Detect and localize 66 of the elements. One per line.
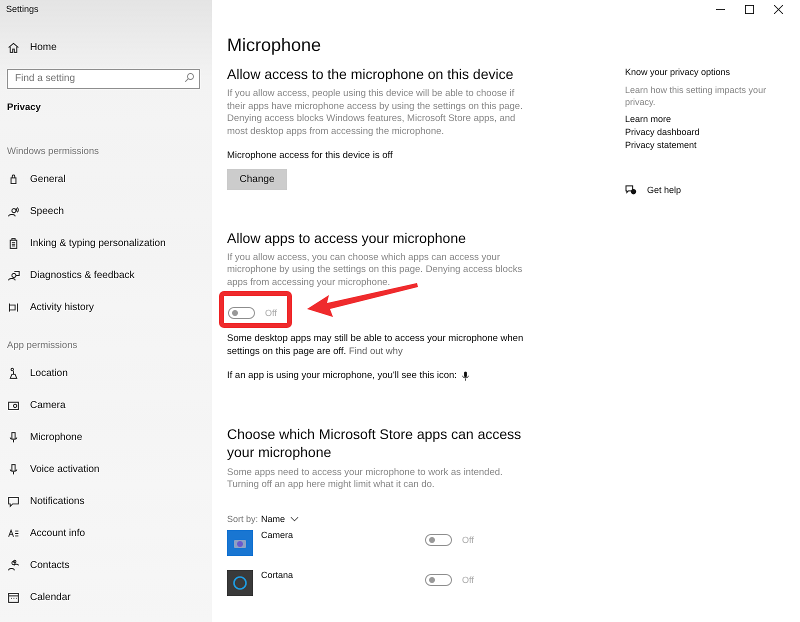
sidebar-item[interactable]: Account info — [0, 517, 212, 549]
aside-link[interactable]: Privacy statement — [625, 139, 697, 152]
sidebar-item[interactable]: Speech — [0, 195, 212, 227]
maximize-icon[interactable] — [745, 5, 754, 14]
icon-note: If an app is using your microphone, you'll see this icon: — [227, 370, 457, 382]
home-icon — [7, 40, 20, 54]
search-field[interactable]: Find a setting — [7, 68, 200, 88]
app-name: Camera — [261, 530, 294, 540]
description: If you allow access, you can choose which apps can access your microphone by using the settings on this page. Denying access blocks apps from accessing your microphone. — [227, 252, 524, 289]
sidebar-item[interactable]: Microphone — [0, 421, 212, 453]
camera-app-icon — [227, 530, 253, 556]
nav-icon — [7, 558, 20, 572]
change-button[interactable]: Change — [227, 168, 287, 190]
section-title: Privacy — [6, 101, 42, 115]
window-title: Settings — [5, 3, 40, 16]
note-text: Some desktop apps may still be able to access your microphone when settings on this page are off. Find out why — [227, 333, 524, 358]
section-heading: Allow apps to access your microphone — [227, 230, 467, 246]
sidebar-item[interactable]: Location — [0, 357, 212, 389]
nav-icon — [7, 204, 20, 218]
toggle-label: Off — [462, 574, 474, 584]
search-icon — [183, 72, 195, 84]
sidebar-item[interactable]: Contacts — [0, 549, 212, 581]
status-text: Microphone access for this device is off — [227, 150, 394, 162]
chevron-icon — [290, 516, 300, 522]
sidebar-item[interactable]: General — [0, 163, 212, 195]
aside-heading: Know your privacy options — [625, 67, 732, 77]
chat-help-icon — [625, 185, 637, 195]
sidebar-item[interactable]: Inking & typing personalization — [0, 227, 212, 259]
nav-icon — [7, 590, 20, 604]
nav-icon — [7, 236, 20, 250]
description: If you allow access, people using this device will be able to choose if their apps have microphone access by using the settings on this page. Denying access blocks Windows features, Microsoft Store apps, and most desktop apps from accessing the microphone. — [227, 88, 524, 138]
nav-icon — [7, 430, 20, 444]
toggle-switch[interactable] — [425, 534, 452, 546]
toggle-switch[interactable] — [228, 307, 255, 319]
description: Some apps need to access your microphone to work as intended. Turning off an app here might limit what it can do. — [227, 466, 504, 492]
close-icon[interactable] — [774, 5, 783, 14]
toggle-label: Off — [462, 534, 474, 544]
nav-icon — [7, 494, 20, 508]
microphone-icon — [462, 370, 469, 382]
nav-icon — [7, 366, 20, 380]
page-title: Microphone — [227, 35, 322, 56]
group-heading: Windows permissions — [6, 145, 100, 159]
sidebar-item[interactable]: Notifications — [0, 485, 212, 517]
home-link[interactable]: Home — [0, 31, 212, 63]
aside-link[interactable]: Learn more — [625, 113, 672, 126]
toggle-switch[interactable] — [425, 574, 452, 586]
sidebar-item[interactable]: Calendar — [0, 581, 212, 613]
app-name: Cortana — [261, 570, 294, 580]
cortana-app-icon — [227, 570, 253, 596]
toggle-label: Off — [265, 308, 277, 318]
aside-link[interactable]: Privacy dashboard — [625, 126, 700, 139]
sidebar-item[interactable]: Voice activation — [0, 453, 212, 485]
sidebar-item[interactable]: Diagnostics & feedback — [0, 259, 212, 291]
section-heading: Choose which Microsoft Store apps can access your microphone — [227, 424, 522, 460]
nav-icon — [7, 300, 20, 314]
nav-icon — [7, 268, 20, 282]
sidebar-item[interactable]: Camera — [0, 389, 212, 421]
aside-text: Learn how this setting impacts your privacy. — [625, 84, 768, 108]
group-heading: App permissions — [6, 339, 78, 353]
get-help-link[interactable]: Get help — [625, 185, 682, 195]
nav-icon — [7, 526, 20, 540]
section-heading: Allow access to the microphone on this device — [227, 66, 514, 82]
sidebar-item[interactable]: Activity history — [0, 291, 212, 323]
find-out-why-link[interactable]: Find out why — [348, 346, 403, 356]
nav-icon — [7, 462, 20, 476]
sort-dropdown[interactable]: Sort by: Name — [227, 514, 300, 524]
